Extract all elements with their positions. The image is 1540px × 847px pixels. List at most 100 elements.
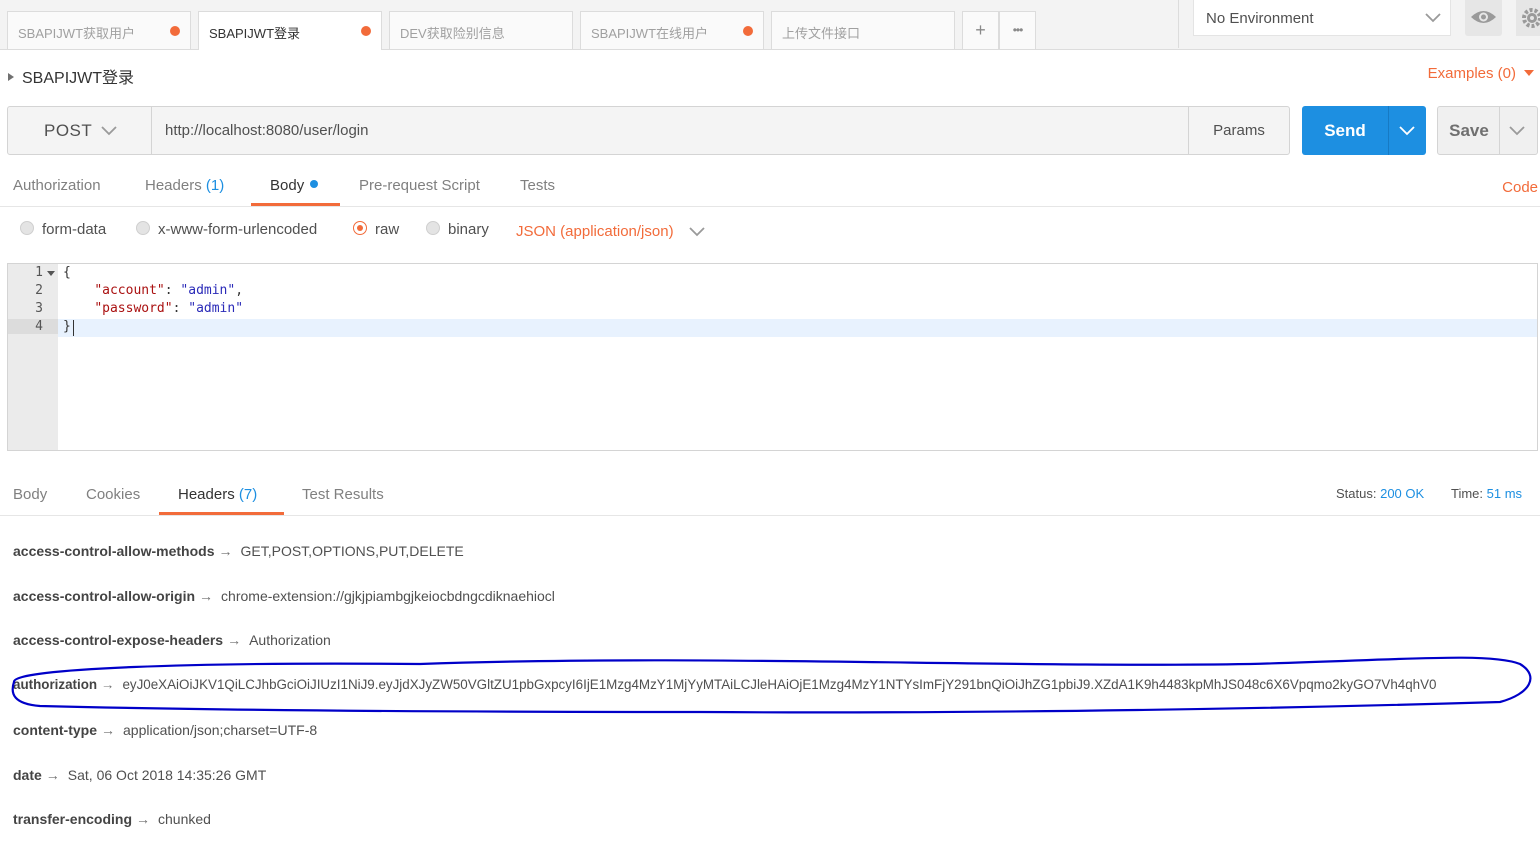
unsaved-dot-icon — [361, 26, 371, 36]
response-tab-headers-label: Headers — [178, 486, 235, 503]
json-comma: , — [235, 283, 244, 298]
response-header-row: date → Sat, 06 Oct 2018 14:35:26 GMT — [13, 767, 266, 783]
header-value: eyJ0eXAiOiJKV1QiLCJhbGciOiJIUzI1NiJ9.eyJ… — [122, 677, 1437, 692]
fold-caret-icon[interactable] — [47, 271, 55, 276]
header-value: Sat, 06 Oct 2018 14:35:26 GMT — [67, 767, 267, 783]
code-link[interactable]: Code — [1502, 179, 1538, 196]
status-value: 200 OK — [1380, 486, 1425, 501]
code-line: } — [63, 319, 71, 334]
radio-urlencoded[interactable]: x-www-form-urlencoded — [136, 221, 318, 238]
more-icon: ••• — [1012, 23, 1024, 37]
chevron-down-icon — [689, 227, 705, 237]
chevron-down-icon — [1425, 13, 1441, 23]
body-editor[interactable]: 1 2 3 4 { "account": "admin", "password"… — [7, 263, 1538, 451]
time-label: Time: — [1451, 486, 1484, 501]
response-header-row: transfer-encoding → chunked — [13, 811, 211, 827]
request-section-tabs: Authorization Headers (1) Body Pre-reque… — [0, 164, 1540, 207]
examples-dropdown[interactable]: Examples (0) — [1428, 65, 1534, 82]
request-tab[interactable]: 上传文件接口 — [771, 11, 955, 49]
response-tab-headers-count: (7) — [238, 486, 258, 503]
tab-options-button[interactable]: ••• — [999, 11, 1036, 49]
arrow-icon: → — [45, 767, 60, 783]
tab-prerequest-script[interactable]: Pre-request Script — [359, 177, 480, 194]
header-key: transfer-encoding — [13, 811, 133, 827]
line-number: 3 — [35, 301, 43, 316]
header-key: content-type — [13, 722, 97, 738]
json-key: "account" — [94, 283, 165, 298]
response-tab-cookies[interactable]: Cookies — [86, 486, 140, 503]
code-brace: { — [63, 265, 71, 280]
save-label: Save — [1449, 121, 1489, 140]
send-label: Send — [1324, 121, 1366, 140]
arrow-icon: → — [101, 722, 115, 738]
tab-headers[interactable]: Headers (1) — [145, 177, 224, 194]
examples-label: Examples (0) — [1427, 65, 1516, 82]
radio-binary-label: binary — [448, 221, 489, 238]
response-header-row: access-control-allow-origin → chrome-exten… — [13, 588, 555, 604]
arrow-icon: → — [199, 588, 214, 604]
request-tab[interactable]: SBAPIJWT在线用户 — [580, 11, 764, 49]
url-input[interactable] — [153, 107, 1189, 154]
line-number: 4 — [8, 319, 58, 334]
request-tab[interactable]: SBAPIJWT获取用户 — [7, 11, 191, 49]
radio-raw[interactable]: raw — [353, 221, 399, 238]
params-button[interactable]: Params — [1188, 107, 1289, 154]
header-value: application/json;charset=UTF-8 — [123, 722, 318, 738]
tab-authorization[interactable]: Authorization — [13, 177, 101, 194]
response-tab-headers[interactable]: Headers (7) — [178, 486, 257, 503]
method-select[interactable]: POST — [8, 107, 152, 154]
code-line: { — [63, 265, 71, 280]
radio-urlencoded-label: x-www-form-urlencoded — [158, 221, 318, 238]
environment-select[interactable]: No Environment — [1193, 0, 1451, 36]
tab-tests[interactable]: Tests — [520, 177, 555, 194]
response-header-row: content-type → application/json;charset=UT… — [13, 722, 317, 738]
json-colon: : — [172, 301, 189, 316]
line-number: 2 — [35, 283, 43, 298]
environment-quick-look-button[interactable] — [1465, 0, 1502, 36]
code-line: "password": "admin" — [63, 301, 243, 316]
url-bar: POST Params — [7, 106, 1290, 155]
request-tab[interactable]: DEV获取险别信息 — [389, 11, 573, 49]
active-response-tab-indicator — [159, 512, 284, 515]
request-tab-label: SBAPIJWT登录 — [209, 26, 301, 41]
radio-circle-icon — [426, 221, 440, 235]
json-value: "admin" — [188, 301, 244, 316]
new-tab-button[interactable]: + — [962, 11, 999, 49]
send-button[interactable]: Send — [1302, 106, 1426, 155]
response-time: Time: 51 ms — [1451, 486, 1522, 501]
plus-icon: + — [975, 20, 986, 40]
header-key: access-control-allow-methods — [13, 543, 215, 559]
json-key: "password" — [94, 301, 173, 316]
radio-form-data[interactable]: form-data — [20, 221, 106, 238]
chevron-down-icon[interactable] — [1508, 121, 1526, 139]
environment-settings-button[interactable] — [1516, 0, 1540, 36]
chevron-down-icon — [101, 126, 117, 136]
content-type-label: JSON (application/json) — [516, 223, 674, 240]
json-colon: : — [164, 283, 181, 298]
caret-right-icon — [8, 73, 14, 81]
response-tab-body[interactable]: Body — [13, 486, 47, 503]
arrow-icon: → — [136, 811, 151, 827]
json-value: "admin" — [180, 283, 236, 298]
request-tab-label: DEV获取险别信息 — [400, 26, 505, 41]
response-status: Status: 200 OK — [1336, 486, 1424, 501]
content-type-select[interactable]: JSON (application/json) — [516, 223, 705, 240]
tab-body[interactable]: Body — [270, 177, 319, 194]
tab-body-label: Body — [270, 177, 305, 194]
request-name[interactable]: SBAPIJWT登录 — [8, 64, 134, 88]
request-tab-label: SBAPIJWT在线用户 — [591, 26, 709, 41]
unsaved-dot-icon — [170, 26, 180, 36]
response-tab-test-results[interactable]: Test Results — [302, 486, 384, 503]
header-key: date — [13, 767, 42, 783]
eye-icon — [1471, 11, 1496, 23]
request-tab-label: SBAPIJWT获取用户 — [18, 26, 136, 41]
radio-binary[interactable]: binary — [426, 221, 489, 238]
line-number: 1 — [35, 265, 43, 280]
chevron-down-icon[interactable] — [1398, 121, 1416, 139]
request-tab-active[interactable]: SBAPIJWT登录 — [198, 11, 382, 50]
response-header-row-authorization: authorization → eyJ0eXAiOiJKV1QiLCJhbGciOi… — [13, 677, 1437, 692]
save-divider — [1499, 107, 1500, 154]
header-value: chunked — [158, 811, 211, 827]
save-button[interactable]: Save — [1437, 106, 1538, 155]
header-value: chrome-extension://gjkjpiambgjkeiocbdngc… — [221, 588, 555, 604]
